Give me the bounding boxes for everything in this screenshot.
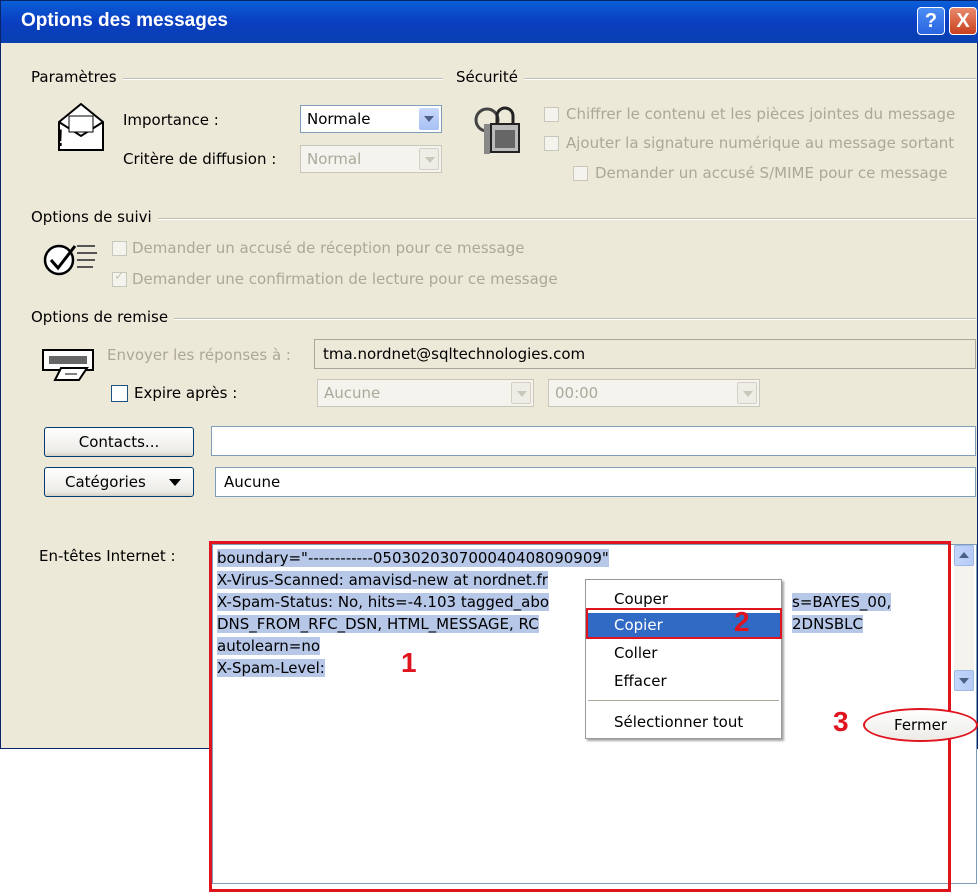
sign-checkbox[interactable] — [544, 136, 559, 151]
close-window-button[interactable]: X — [949, 7, 977, 35]
security-section-title: Sécurité — [456, 68, 524, 86]
encrypt-checkbox[interactable] — [544, 107, 559, 122]
smime-checkbox[interactable] — [573, 166, 588, 181]
categories-button-label: Catégories — [65, 473, 146, 491]
expires-time-select[interactable]: 00:00 — [548, 379, 760, 407]
importance-envelope-icon: ! — [56, 102, 104, 152]
tracking-divider — [31, 218, 976, 220]
contacts-button[interactable]: Contacts... — [44, 427, 194, 457]
svg-text:!: ! — [56, 125, 64, 152]
delivery-receipt-checkbox[interactable] — [112, 241, 127, 256]
title-bar[interactable]: Options des messages ? X — [1, 1, 978, 43]
reply-to-label: Envoyer les réponses à : — [107, 346, 291, 364]
window-title: Options des messages — [21, 10, 228, 31]
close-button[interactable]: Fermer — [863, 708, 978, 742]
delivery-envelope-icon — [42, 349, 94, 381]
categories-button[interactable]: Catégories — [44, 467, 194, 497]
menu-item-paste[interactable]: Coller — [586, 641, 781, 665]
settings-section-title: Paramètres — [31, 68, 123, 86]
annotation-step-2: 2 — [734, 606, 750, 637]
sensitivity-label: Critère de diffusion : — [123, 150, 277, 168]
message-options-dialog: Options des messages ? X Paramètres ! Im… — [0, 0, 978, 892]
menu-item-delete[interactable]: Effacer — [586, 669, 781, 693]
expires-date-value: Aucune — [324, 384, 381, 402]
menu-separator — [588, 700, 779, 701]
chevron-down-icon[interactable] — [737, 382, 757, 404]
headers-scrollbar[interactable] — [954, 545, 974, 691]
security-divider — [456, 78, 976, 80]
chevron-down-icon[interactable] — [419, 108, 439, 130]
sensitivity-select[interactable]: Normal — [300, 145, 442, 173]
importance-select[interactable]: Normale — [300, 105, 442, 133]
scroll-down-icon[interactable] — [954, 670, 974, 691]
contacts-field[interactable] — [211, 426, 976, 456]
expires-checkbox[interactable] — [111, 385, 128, 402]
tracking-section-title: Options de suivi — [31, 208, 158, 226]
help-button[interactable]: ? — [917, 7, 945, 35]
read-receipt-label: Demander une confirmation de lecture pou… — [132, 270, 558, 288]
importance-value: Normale — [307, 110, 371, 128]
annotation-box-copy — [586, 608, 782, 639]
chevron-down-icon[interactable] — [419, 148, 439, 170]
importance-label: Importance : — [123, 111, 219, 129]
expires-time-value: 00:00 — [555, 384, 599, 402]
chevron-down-icon[interactable] — [511, 382, 531, 404]
annotation-step-3: 3 — [833, 706, 849, 737]
delivery-section-title: Options de remise — [31, 308, 175, 326]
categories-value: Aucune — [224, 473, 281, 491]
dropdown-arrow-icon — [169, 479, 181, 486]
headers-label: En-têtes Internet : — [39, 547, 176, 565]
scroll-up-icon[interactable] — [954, 545, 974, 566]
reply-to-value: tma.nordnet@sqltechnologies.com — [323, 345, 586, 363]
delivery-receipt-label: Demander un accusé de réception pour ce … — [132, 239, 525, 257]
tracking-check-icon — [43, 244, 97, 276]
annotation-step-1: 1 — [401, 647, 417, 678]
check-mark-icon: ✓ — [114, 269, 125, 284]
security-lock-icon — [474, 106, 520, 154]
sensitivity-value: Normal — [307, 150, 362, 168]
expires-date-select[interactable]: Aucune — [317, 379, 534, 407]
context-menu: Couper Copier Coller Effacer Sélectionne… — [585, 579, 782, 739]
encrypt-label: Chiffrer le contenu et les pièces jointe… — [566, 105, 956, 123]
menu-item-select-all[interactable]: Sélectionner tout — [586, 710, 781, 734]
categories-field[interactable]: Aucune — [215, 467, 976, 497]
sign-label: Ajouter la signature numérique au messag… — [566, 134, 955, 152]
expires-label: Expire après : — [134, 384, 238, 402]
reply-to-field[interactable]: tma.nordnet@sqltechnologies.com — [314, 339, 976, 369]
read-receipt-checkbox[interactable]: ✓ — [112, 269, 127, 287]
smime-label: Demander un accusé S/MIME pour ce messag… — [595, 164, 948, 182]
